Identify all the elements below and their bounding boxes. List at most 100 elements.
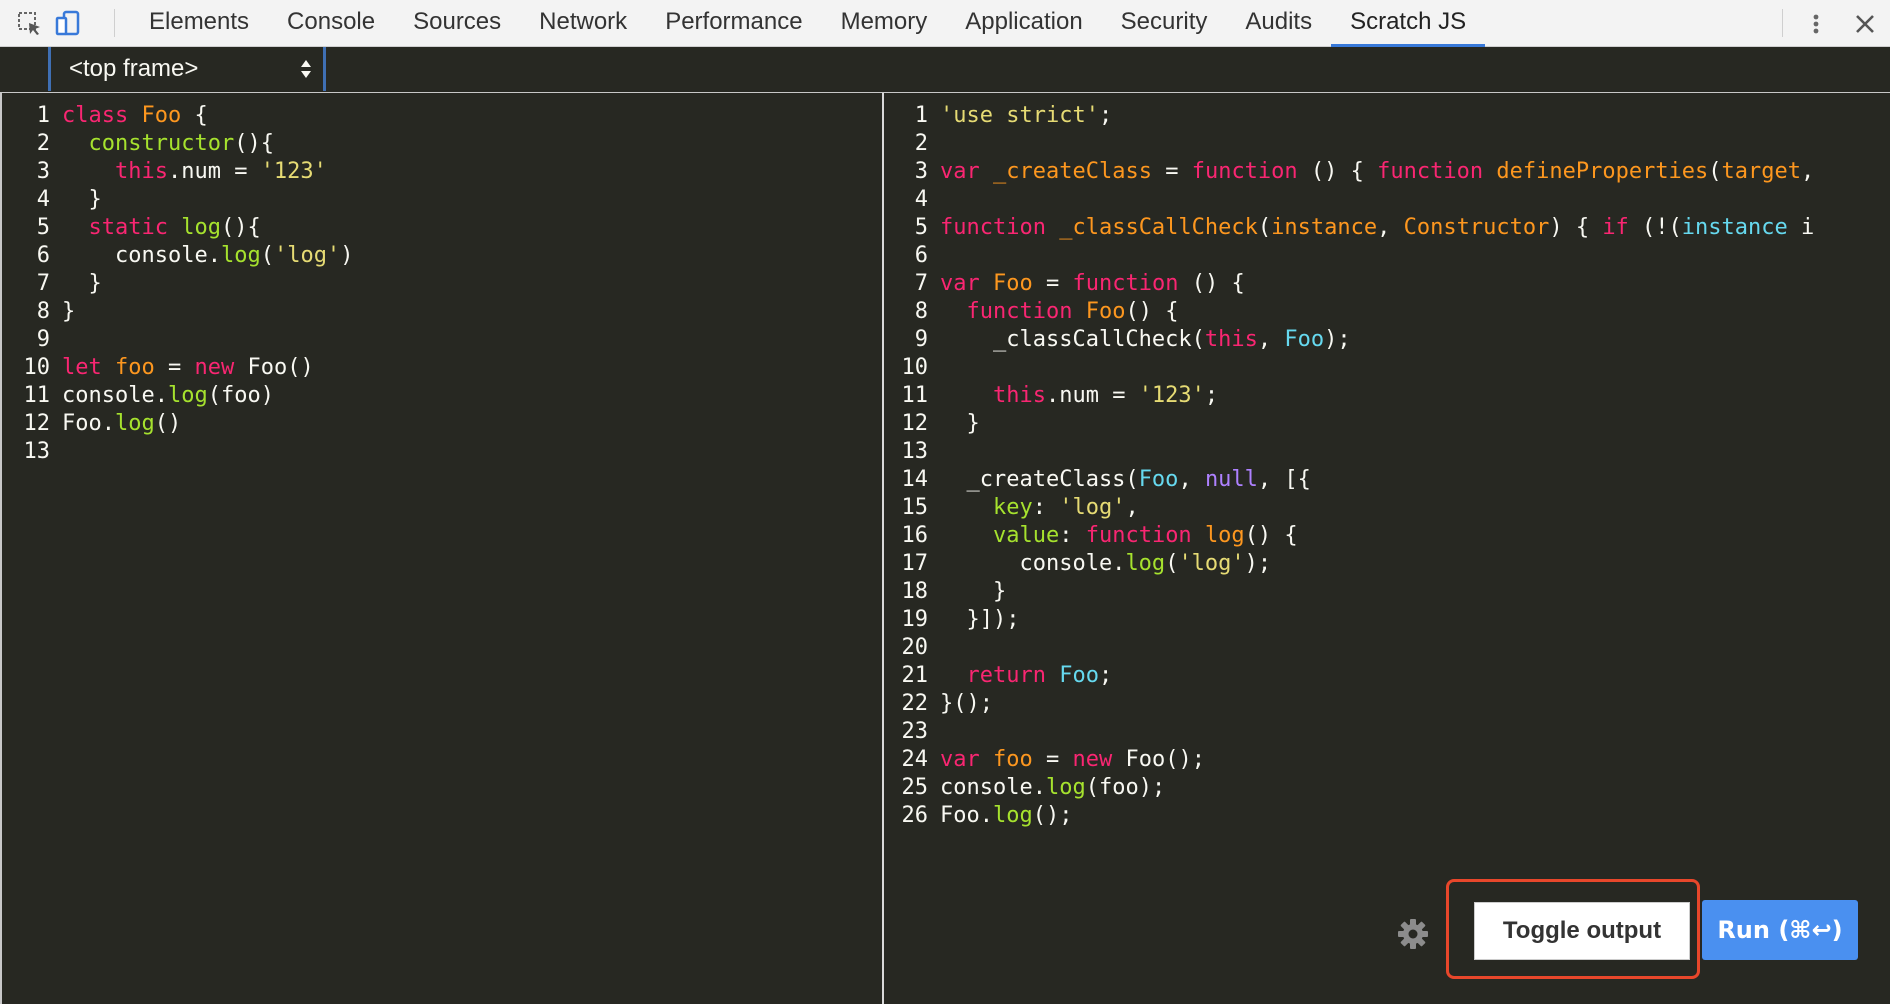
gear-icon[interactable] (1396, 917, 1430, 951)
code-token: (foo) (207, 383, 274, 408)
code-text: } (940, 578, 1006, 606)
tab-application[interactable]: Application (946, 0, 1101, 47)
line-number: 11 (23, 383, 51, 408)
code-token: 'log' (1059, 495, 1126, 520)
code-token: console. (62, 383, 168, 408)
code-line: 7 } (2, 270, 353, 298)
code-token: log (220, 243, 261, 268)
code-token: log (1204, 523, 1245, 548)
code-token: this (992, 383, 1046, 408)
code-token: (!( (1628, 215, 1682, 240)
tab-audits[interactable]: Audits (1226, 0, 1331, 47)
code-token: log (1045, 775, 1086, 800)
tab-performance[interactable]: Performance (646, 0, 821, 47)
code-line: 9 _classCallCheck(this, Foo); (884, 326, 1814, 354)
source-editor[interactable]: 1 class Foo {2 constructor(){3 this.num =… (0, 93, 882, 1004)
source-code[interactable]: 1 class Foo {2 constructor(){3 this.num =… (2, 102, 354, 466)
code-line: 8 function Foo() { (884, 298, 1814, 326)
toggle-output-button[interactable]: Toggle output (1474, 902, 1690, 960)
tab-sources[interactable]: Sources (394, 0, 520, 47)
code-line: 11 console.log(foo) (2, 382, 353, 410)
code-token: '123' (260, 159, 327, 184)
output-code[interactable]: 1'use strict'; 2 3 var _createClass = funct… (884, 102, 1815, 830)
code-token: , (1125, 495, 1139, 520)
line-number: 18 (901, 579, 929, 604)
code-token: Constructor (1403, 215, 1550, 240)
frame-select[interactable]: <top frame> (48, 47, 326, 91)
code-token: , (1801, 159, 1815, 184)
code-token: .num = (1045, 383, 1139, 408)
inspect-element-icon[interactable] (16, 10, 44, 38)
code-token: } (62, 299, 76, 324)
line-number: 8 (36, 299, 50, 324)
tab-elements[interactable]: Elements (130, 0, 268, 47)
tab-console[interactable]: Console (268, 0, 394, 47)
code-token: ) (340, 243, 354, 268)
code-line: 10 (884, 354, 1814, 382)
tab-network[interactable]: Network (520, 0, 646, 47)
code-line: 19 }]); (884, 606, 1814, 634)
line-number: 19 (901, 607, 929, 632)
code-line: 14 _createClass(Foo, null, [{ (884, 466, 1814, 494)
code-text: console.log('log') (62, 242, 353, 270)
code-text: } (62, 270, 101, 298)
code-token: () (154, 411, 182, 436)
line-number: 26 (901, 803, 929, 828)
tab-security[interactable]: Security (1102, 0, 1227, 47)
run-button[interactable]: Run (⌘↩) (1702, 900, 1858, 960)
close-icon[interactable] (1852, 11, 1878, 37)
code-text: console.log(foo) (62, 382, 274, 410)
code-token: foo (115, 355, 155, 380)
line-number: 5 (36, 215, 50, 240)
line-number: 10 (23, 355, 51, 380)
device-toolbar-icon[interactable] (54, 10, 82, 38)
code-token: instance (1681, 215, 1788, 240)
code-token: constructor (88, 131, 235, 156)
toolbar-separator (1782, 9, 1783, 37)
line-number: 1 (914, 103, 928, 128)
code-token: var (940, 747, 980, 772)
code-text: _classCallCheck(this, Foo); (940, 326, 1351, 354)
code-token: log (167, 383, 208, 408)
code-text: function _classCallCheck(instance, Const… (940, 214, 1814, 242)
code-token: 'log' (1178, 551, 1245, 576)
code-text: this.num = '123'; (940, 382, 1218, 410)
code-token: console. (940, 775, 1046, 800)
code-token: if (1602, 215, 1629, 240)
line-number: 7 (36, 271, 50, 296)
code-token: log (992, 803, 1033, 828)
code-token: _classCallCheck (1059, 215, 1258, 240)
code-token: () { (1244, 523, 1298, 548)
code-text: var Foo = function () { (940, 270, 1245, 298)
code-line: 9 (2, 326, 353, 354)
code-line: 5 static log(){ (2, 214, 353, 242)
code-token: _createClass( (940, 467, 1139, 492)
tab-memory[interactable]: Memory (822, 0, 947, 47)
code-token: }]); (940, 607, 1020, 632)
tab-scratch-js[interactable]: Scratch JS (1331, 0, 1486, 47)
line-number: 9 (36, 327, 50, 352)
code-token: function (1072, 271, 1179, 296)
code-text: console.log(foo); (940, 774, 1165, 802)
code-line: 15 key: 'log', (884, 494, 1814, 522)
code-line: 17 console.log('log'); (884, 550, 1814, 578)
code-token: Foo (1059, 663, 1099, 688)
line-number: 24 (901, 747, 929, 772)
output-editor[interactable]: 1'use strict'; 2 3 var _createClass = funct… (884, 93, 1890, 1004)
code-token: : (1059, 523, 1086, 548)
line-number: 16 (901, 523, 929, 548)
code-token: foo (993, 747, 1033, 772)
kebab-menu-icon[interactable] (1808, 10, 1824, 38)
code-token: ; (1098, 103, 1113, 128)
code-line: 26 Foo.log(); (884, 802, 1814, 830)
code-line: 12 } (884, 410, 1814, 438)
code-token: } (62, 187, 102, 212)
